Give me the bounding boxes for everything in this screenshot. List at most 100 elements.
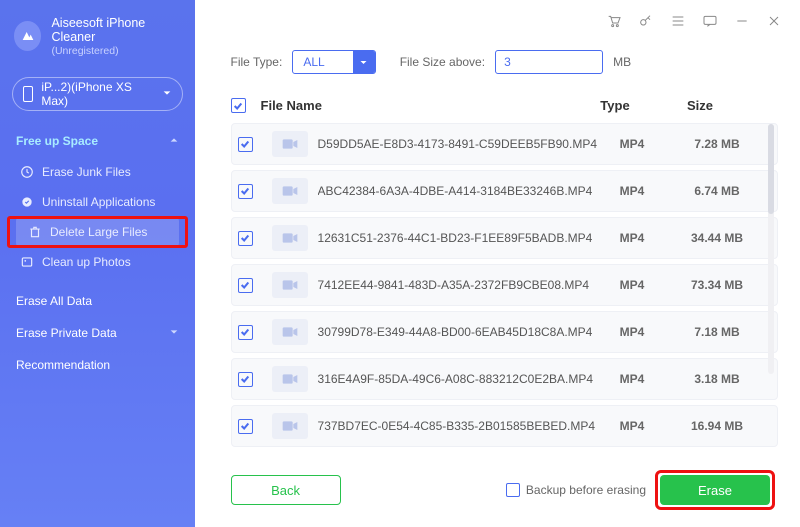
chevron-up-icon (169, 134, 179, 148)
file-size: 3.18 MB (667, 372, 767, 386)
file-name: 737BD7EC-0E54-4C85-B335-2B01585BEBED.MP4 (318, 419, 597, 433)
file-type: MP4 (597, 419, 667, 433)
close-icon[interactable] (766, 13, 782, 29)
nav-erase-all-label: Erase All Data (16, 294, 92, 308)
row-checkbox[interactable] (238, 372, 253, 387)
col-size: Size (650, 98, 750, 113)
scrollbar[interactable] (768, 124, 774, 374)
apps-icon (20, 195, 34, 209)
backup-checkbox[interactable] (506, 483, 520, 497)
nav-item-label: Erase Junk Files (42, 165, 131, 179)
video-thumb-icon (272, 272, 308, 298)
brand-logo-icon (14, 21, 41, 51)
video-thumb-icon (272, 413, 308, 439)
chevron-down-icon (162, 87, 172, 101)
table-row[interactable]: 737BD7EC-0E54-4C85-B335-2B01585BEBED.MP4… (231, 405, 778, 447)
nav-recommendation-label: Recommendation (16, 358, 110, 372)
file-type: MP4 (597, 372, 667, 386)
nav-recommendation[interactable]: Recommendation (0, 349, 195, 381)
app-title: Aiseesoft iPhone Cleaner (51, 16, 180, 45)
file-type: MP4 (597, 325, 667, 339)
table-row[interactable]: 12631C51-2376-44C1-BD23-F1EE89F5BADB.MP4… (231, 217, 778, 259)
scrollbar-thumb[interactable] (768, 124, 774, 214)
row-checkbox[interactable] (238, 184, 253, 199)
file-name: 30799D78-E349-44A8-BD00-6EAB45D18C8A.MP4 (318, 325, 597, 339)
table-row[interactable]: 316E4A9F-85DA-49C6-A08C-883212C0E2BA.MP4… (231, 358, 778, 400)
file-type-select[interactable]: ALL (292, 50, 375, 74)
row-checkbox[interactable] (238, 231, 253, 246)
image-icon (20, 255, 34, 269)
file-name: 7412EE44-9841-483D-A35A-2372FB9CBE08.MP4 (318, 278, 597, 292)
sidebar-item-erase-junk[interactable]: Erase Junk Files (0, 157, 195, 187)
nav-item-label: Delete Large Files (50, 225, 147, 239)
nav-item-label: Clean up Photos (42, 255, 131, 269)
nav-free-up-label: Free up Space (16, 134, 98, 148)
phone-icon (23, 86, 33, 102)
nav-erase-private-label: Erase Private Data (16, 326, 117, 340)
titlebar (195, 0, 800, 42)
footer: Back Backup before erasing Erase (195, 461, 800, 527)
brand: Aiseesoft iPhone Cleaner (Unregistered) (0, 12, 195, 71)
file-size: 16.94 MB (667, 419, 767, 433)
file-type: MP4 (597, 278, 667, 292)
file-type: MP4 (597, 184, 667, 198)
file-type-label: File Type: (231, 55, 283, 69)
file-size-input[interactable] (495, 50, 603, 74)
nav-erase-private[interactable]: Erase Private Data (0, 317, 195, 349)
video-thumb-icon (272, 178, 308, 204)
nav-item-label: Uninstall Applications (42, 195, 155, 209)
sidebar-item-delete-large[interactable]: Delete Large Files (16, 217, 179, 247)
sidebar-item-uninstall[interactable]: Uninstall Applications (0, 187, 195, 217)
chevron-down-icon (169, 326, 179, 340)
file-name: 12631C51-2376-44C1-BD23-F1EE89F5BADB.MP4 (318, 231, 597, 245)
video-thumb-icon (272, 366, 308, 392)
table-header: File Name Type Size (195, 88, 800, 123)
clock-icon (20, 165, 34, 179)
file-size: 34.44 MB (667, 231, 767, 245)
size-unit: MB (613, 55, 631, 69)
file-size-label: File Size above: (400, 55, 485, 69)
file-list: D59DD5AE-E8D3-4173-8491-C59DEEB5FB90.MP4… (195, 123, 800, 461)
table-row[interactable]: D59DD5AE-E8D3-4173-8491-C59DEEB5FB90.MP4… (231, 123, 778, 165)
video-thumb-icon (272, 225, 308, 251)
menu-icon[interactable] (670, 13, 686, 29)
filter-bar: File Type: ALL File Size above: MB (195, 42, 800, 88)
row-checkbox[interactable] (238, 325, 253, 340)
back-button[interactable]: Back (231, 475, 341, 505)
row-checkbox[interactable] (238, 278, 253, 293)
trash-icon (28, 225, 42, 239)
device-label: iP...2)(iPhone XS Max) (41, 80, 153, 108)
key-icon[interactable] (638, 13, 654, 29)
file-type: MP4 (597, 231, 667, 245)
file-size: 7.28 MB (667, 137, 767, 151)
backup-label: Backup before erasing (526, 483, 646, 497)
cart-icon[interactable] (606, 13, 622, 29)
col-filename: File Name (261, 98, 580, 113)
device-selector[interactable]: iP...2)(iPhone XS Max) (12, 77, 183, 111)
sidebar-item-cleanup-photos[interactable]: Clean up Photos (0, 247, 195, 277)
nav-erase-all[interactable]: Erase All Data (0, 285, 195, 317)
feedback-icon[interactable] (702, 13, 718, 29)
minimize-icon[interactable] (734, 13, 750, 29)
app-subtitle: (Unregistered) (51, 45, 180, 57)
row-checkbox[interactable] (238, 419, 253, 434)
file-name: D59DD5AE-E8D3-4173-8491-C59DEEB5FB90.MP4 (318, 137, 597, 151)
file-type: MP4 (597, 137, 667, 151)
erase-button[interactable]: Erase (660, 475, 770, 505)
file-name: ABC42384-6A3A-4DBE-A414-3184BE33246B.MP4 (318, 184, 597, 198)
table-row[interactable]: 7412EE44-9841-483D-A35A-2372FB9CBE08.MP4… (231, 264, 778, 306)
file-size: 73.34 MB (667, 278, 767, 292)
file-size: 6.74 MB (667, 184, 767, 198)
video-thumb-icon (272, 319, 308, 345)
nav-free-up-space[interactable]: Free up Space (0, 125, 195, 157)
file-name: 316E4A9F-85DA-49C6-A08C-883212C0E2BA.MP4 (318, 372, 597, 386)
file-type-value: ALL (293, 55, 352, 69)
table-row[interactable]: ABC42384-6A3A-4DBE-A414-3184BE33246B.MP4… (231, 170, 778, 212)
main-panel: File Type: ALL File Size above: MB File … (195, 0, 800, 527)
select-all-checkbox[interactable] (231, 98, 246, 113)
video-thumb-icon (272, 131, 308, 157)
file-size: 7.18 MB (667, 325, 767, 339)
row-checkbox[interactable] (238, 137, 253, 152)
dropdown-icon (353, 50, 375, 74)
table-row[interactable]: 30799D78-E349-44A8-BD00-6EAB45D18C8A.MP4… (231, 311, 778, 353)
